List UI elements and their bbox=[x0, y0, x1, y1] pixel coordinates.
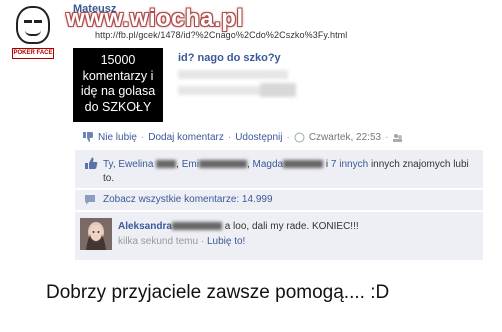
comment-line: Aleksandra a loo, dali my rade. KONIEC!!… bbox=[118, 221, 359, 232]
badge-caption: POKER FACE bbox=[12, 48, 54, 59]
comment-text: a loo, dali my rade. KONIEC!!! bbox=[224, 221, 359, 232]
blurred-description bbox=[260, 83, 296, 97]
link-preview-title[interactable]: id? nago do szko?y bbox=[178, 52, 281, 64]
like-comment-link[interactable]: Lubię to! bbox=[207, 236, 245, 247]
audience-icon[interactable] bbox=[392, 132, 403, 143]
preview-line: idę na golasa bbox=[80, 84, 156, 98]
comment-bubble-icon bbox=[85, 195, 95, 205]
link-preview-image[interactable]: 15000 komentarzy i idę na golasa do SZKO… bbox=[73, 48, 163, 122]
preview-line: 15000 bbox=[100, 53, 136, 67]
separator: · bbox=[200, 236, 205, 247]
avatar[interactable] bbox=[80, 218, 112, 250]
poker-face-icon bbox=[16, 6, 50, 44]
liker-3[interactable]: Magda bbox=[253, 159, 284, 170]
blurred-description bbox=[178, 86, 268, 95]
view-all-comments-link[interactable]: Zobacz wszystkie komentarze: 14.999 bbox=[103, 194, 273, 205]
comment-time[interactable]: kilka sekund temu bbox=[118, 236, 198, 247]
liker-2[interactable]: Emi bbox=[182, 159, 199, 170]
avatar-photo bbox=[80, 218, 112, 250]
post-actions: Nie lubię · Dodaj komentarz · Udostępnij… bbox=[82, 131, 403, 143]
blurred-name bbox=[156, 160, 177, 169]
blurred-description bbox=[178, 70, 288, 79]
poker-face-badge: POKER FACE bbox=[0, 0, 66, 66]
add-comment-link[interactable]: Dodaj komentarz bbox=[148, 132, 224, 143]
link-url[interactable]: http://fb.pl/gcek/1478/id?%2Cnago%2Cdo%2… bbox=[95, 30, 347, 40]
separator: · bbox=[140, 131, 145, 143]
separator: · bbox=[286, 131, 290, 143]
preview-line: do SZKOŁY bbox=[84, 99, 152, 114]
blurred-name bbox=[198, 160, 247, 169]
thumb-down-icon bbox=[83, 132, 93, 142]
liker-you[interactable]: Ty, Ewelina bbox=[103, 159, 153, 170]
thumb-up-icon bbox=[85, 157, 98, 169]
globe-icon bbox=[294, 132, 305, 142]
and-text: i bbox=[325, 159, 329, 170]
blurred-name bbox=[283, 160, 324, 169]
post-time[interactable]: Czwartek, 22:53 bbox=[309, 132, 381, 143]
comment-author[interactable]: Aleksandra bbox=[118, 221, 172, 232]
watermark: www.wiocha.pl bbox=[66, 5, 244, 32]
unlike-link[interactable]: Nie lubię bbox=[98, 132, 137, 143]
blurred-name bbox=[171, 222, 222, 231]
share-link[interactable]: Udostępnij bbox=[235, 132, 282, 143]
separator: · bbox=[227, 131, 232, 143]
preview-line: komentarzy i bbox=[82, 68, 154, 83]
comment-meta: kilka sekund temu · Lubię to! bbox=[118, 236, 245, 247]
separator: · bbox=[385, 131, 389, 143]
meme-caption: Dobrzy przyjaciele zawsze pomogą.... :D bbox=[46, 282, 390, 303]
likes-text: Ty, Ewelina , Emi, Magda i 7 innych inny… bbox=[103, 159, 469, 184]
others-link[interactable]: 7 innych bbox=[331, 159, 368, 170]
